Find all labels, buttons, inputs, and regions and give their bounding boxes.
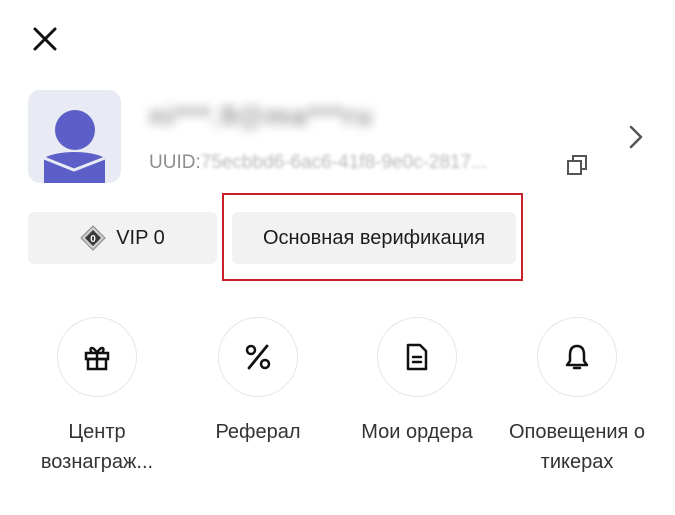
avatar[interactable] <box>28 90 121 183</box>
close-icon <box>33 27 57 51</box>
action-label: Мои ордера <box>361 421 473 443</box>
uuid-value: 75ecbbd6-6ac6-41f8-9e0c-2817... <box>200 152 487 173</box>
vip-label: VIP 0 <box>116 226 165 249</box>
bell-icon <box>565 344 589 370</box>
uuid-label: UUID: <box>149 152 201 173</box>
copy-uuid-button[interactable] <box>566 154 588 176</box>
action-circle <box>377 317 457 397</box>
action-label: Оповещения о тикерах <box>508 421 646 473</box>
uuid-row: UUID:75ecbbd6-6ac6-41f8-9e0c-2817... <box>149 152 487 174</box>
gift-icon <box>84 346 110 371</box>
profile-details-button[interactable] <box>626 124 646 150</box>
close-button[interactable] <box>30 24 60 54</box>
user-avatar-icon <box>43 110 106 183</box>
chevron-right-icon <box>629 125 643 149</box>
action-ticker-alerts[interactable]: Оповещения о тикерах <box>497 317 657 477</box>
user-email: ni***.9@ma***ru <box>149 100 374 131</box>
percent-icon <box>245 344 271 370</box>
copy-icon <box>567 155 587 175</box>
highlight-box <box>222 193 523 281</box>
action-circle <box>57 317 137 397</box>
action-my-orders[interactable]: Мои ордера <box>337 317 497 447</box>
document-icon <box>406 343 428 371</box>
vip-badge[interactable]: 0 VIP 0 <box>28 212 217 264</box>
action-referral[interactable]: Реферал <box>178 317 338 447</box>
vip-diamond-icon: 0 <box>80 225 106 251</box>
action-label: Центр вознаграж... <box>40 421 154 473</box>
action-label: Реферал <box>215 421 301 443</box>
action-circle <box>218 317 298 397</box>
vip-level-digit: 0 <box>90 234 96 245</box>
action-rewards-center[interactable]: Центр вознаграж... <box>17 317 177 477</box>
action-circle <box>537 317 617 397</box>
